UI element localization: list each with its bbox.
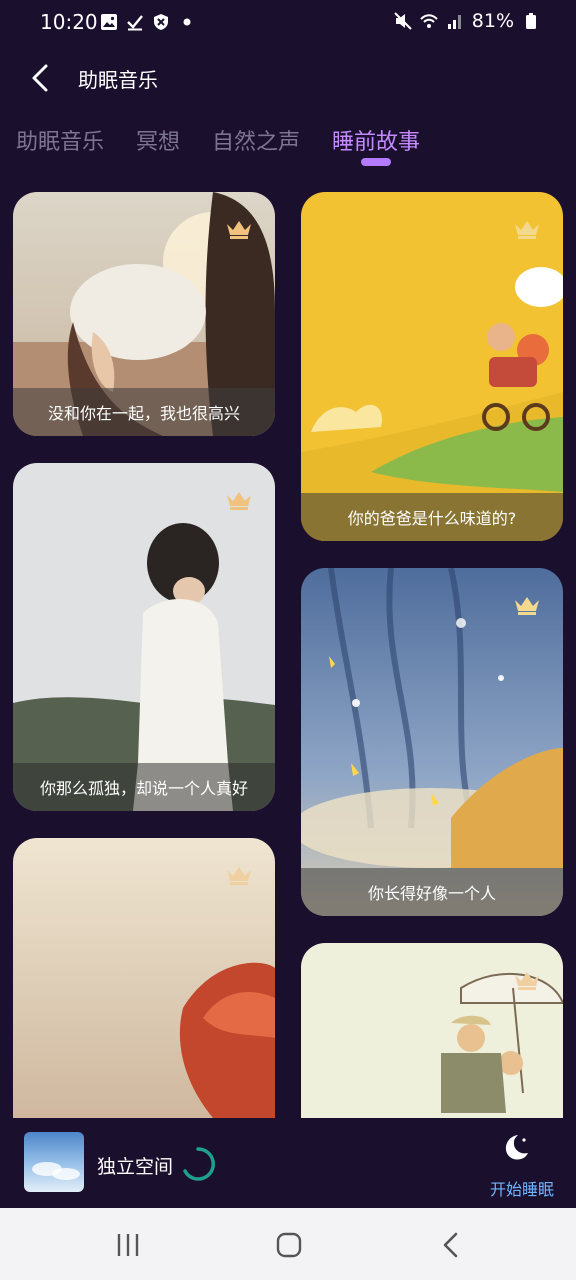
recent-apps-icon[interactable]	[113, 1230, 143, 1260]
story-title: 你长得好像一个人	[301, 868, 563, 916]
status-system-icons: 81%	[394, 10, 540, 32]
story-cover-image	[301, 192, 563, 541]
app-header: 助眠音乐	[0, 56, 576, 100]
story-card[interactable]: 没和你在一起，我也很高兴	[13, 192, 275, 436]
tab-label: 冥想	[136, 130, 181, 155]
battery-icon	[526, 13, 536, 29]
tab-nature-sounds[interactable]: 自然之声	[212, 124, 300, 168]
start-sleep-label: 开始睡眠	[489, 1180, 554, 1199]
image-icon	[101, 14, 117, 30]
tab-indicator	[361, 158, 392, 166]
status-time: 10:20	[40, 10, 98, 34]
moon-icon	[505, 1135, 528, 1160]
signal-icon	[447, 15, 461, 29]
crown-icon	[227, 867, 251, 885]
check-icon	[127, 15, 143, 31]
dot-icon	[183, 18, 191, 26]
mute-icon	[394, 12, 412, 30]
story-title: 你那么孤独，却说一个人真好	[13, 763, 275, 811]
crown-icon	[515, 221, 539, 239]
mini-player[interactable]: 独立空间 开始睡眠	[0, 1118, 576, 1208]
status-notification-icons	[100, 13, 196, 31]
story-title: 你的爸爸是什么味道的?	[301, 493, 563, 541]
story-grid: 没和你在一起，我也很高兴 你的爸爸是什么味道的? 你那么孤独，却说一个人真好 你…	[0, 192, 576, 1118]
track-title: 独立空间	[97, 1156, 174, 1178]
system-navigation-bar	[0, 1208, 576, 1280]
back-nav-icon[interactable]	[436, 1230, 466, 1260]
home-icon[interactable]	[274, 1230, 304, 1260]
tab-meditation[interactable]: 冥想	[136, 124, 180, 168]
start-sleep-button[interactable]: 开始睡眠	[482, 1132, 554, 1204]
tab-label: 自然之声	[212, 130, 301, 155]
story-card[interactable]: 你那么孤独，却说一个人真好	[13, 463, 275, 811]
story-cover-image	[301, 568, 563, 916]
page-title: 助眠音乐	[78, 68, 158, 92]
crown-icon	[227, 221, 251, 239]
cloud-shape	[52, 1168, 80, 1180]
track-cover-image	[24, 1132, 84, 1192]
wifi-icon	[420, 14, 438, 28]
tab-bedtime-stories[interactable]: 睡前故事	[332, 124, 420, 168]
shield-icon	[154, 14, 168, 30]
crown-icon	[515, 972, 539, 990]
crown-icon	[515, 597, 539, 615]
battery-percent: 81%	[471, 10, 514, 32]
back-arrow-icon[interactable]	[24, 60, 60, 96]
story-card[interactable]: 你的爸爸是什么味道的?	[301, 192, 563, 541]
story-card[interactable]	[13, 838, 275, 1118]
tab-label: 助眠音乐	[16, 130, 105, 155]
story-card[interactable]: 你长得好像一个人	[301, 568, 563, 916]
tab-sleep-music[interactable]: 助眠音乐	[16, 124, 104, 168]
status-bar: 10:20 81%	[0, 0, 576, 46]
category-tabs: 助眠音乐 冥想 自然之声 睡前故事	[16, 124, 420, 168]
tab-label: 睡前故事	[332, 130, 421, 155]
loading-spinner-icon	[183, 1147, 215, 1181]
story-card[interactable]	[301, 943, 563, 1118]
crown-icon	[227, 492, 251, 510]
story-title: 没和你在一起，我也很高兴	[13, 388, 275, 436]
story-cover-image	[13, 463, 275, 811]
